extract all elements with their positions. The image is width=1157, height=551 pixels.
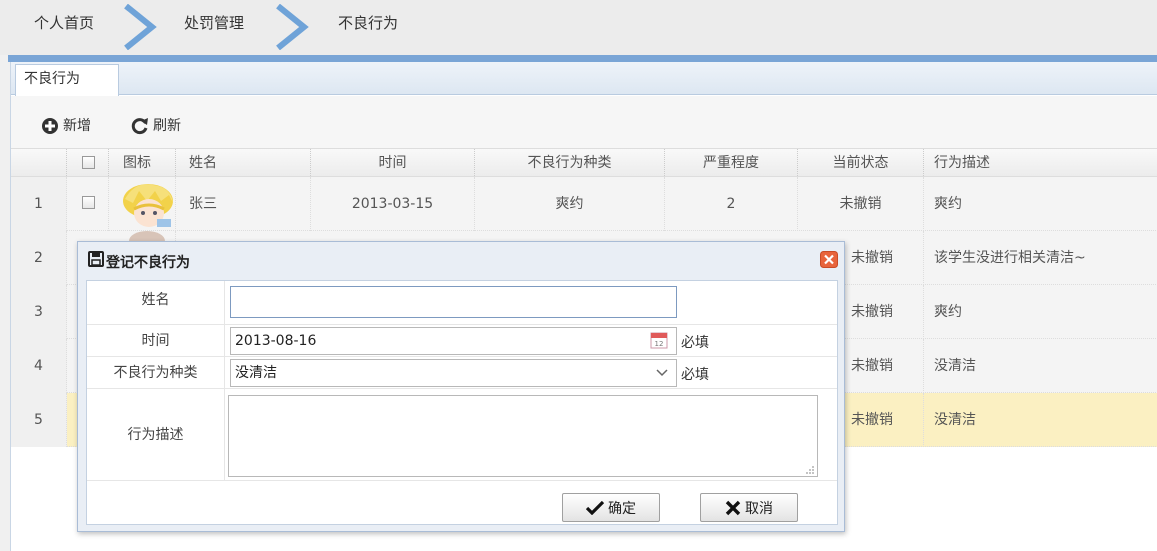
- add-icon: [42, 118, 58, 134]
- cell-desc: 爽约: [934, 196, 962, 212]
- add-button-label: 新增: [63, 118, 91, 134]
- cell-status: 未撤销: [798, 177, 924, 231]
- time-required-text: 必填: [681, 335, 709, 351]
- form-row-name: 姓名: [87, 281, 837, 325]
- breadcrumb-item-bad-behavior[interactable]: 不良行为: [338, 12, 398, 33]
- header-rownum: [11, 149, 67, 178]
- tab-strip: 不良行为: [11, 62, 1157, 96]
- cell-name: 张三: [176, 177, 311, 231]
- breadcrumb-item-home[interactable]: 个人首页: [34, 12, 94, 33]
- check-icon: [586, 500, 604, 515]
- add-button[interactable]: 新增: [41, 114, 91, 138]
- tab-bad-behavior[interactable]: 不良行为: [15, 64, 119, 96]
- cell-desc: 该学生没进行相关清洁~: [934, 250, 1086, 266]
- save-icon: [88, 251, 104, 267]
- header-type[interactable]: 不良行为种类: [475, 149, 665, 178]
- select-all-checkbox[interactable]: [82, 156, 95, 169]
- time-label: 时间: [87, 325, 225, 357]
- cell-desc: 爽约: [934, 304, 962, 320]
- toolbar: 新增 刷新: [11, 96, 1157, 148]
- table-row[interactable]: 1 张三 2013-03-15 爽约 2 未撤销 爽约: [11, 177, 1157, 231]
- header-desc[interactable]: 行为描述: [924, 149, 1157, 178]
- dialog-title: 登记不良行为: [106, 255, 190, 271]
- cancel-button-label: 取消: [745, 500, 773, 517]
- grid-header: 图标 姓名 时间 不良行为种类 严重程度 当前状态 行为描述: [11, 148, 1157, 178]
- desc-label: 行为描述: [87, 389, 225, 481]
- chevron-right-icon: [276, 4, 309, 50]
- row-number: 4: [11, 339, 67, 393]
- header-time[interactable]: 时间: [311, 149, 475, 178]
- name-label: 姓名: [87, 281, 225, 325]
- cell-time: 2013-03-15: [311, 177, 475, 231]
- type-label: 不良行为种类: [87, 357, 225, 389]
- row-checkbox-cell: [67, 177, 109, 231]
- cancel-icon: [725, 500, 741, 515]
- chevron-right-icon: [124, 4, 157, 50]
- cell-desc: 没清洁: [934, 412, 976, 428]
- cell-desc: 没清洁: [934, 358, 976, 374]
- header-status[interactable]: 当前状态: [798, 149, 924, 178]
- header-severity[interactable]: 严重程度: [665, 149, 798, 178]
- avatar: [123, 184, 173, 227]
- form-row-desc: 行为描述: [87, 389, 837, 481]
- refresh-icon: [131, 118, 148, 135]
- dialog-titlebar[interactable]: 登记不良行为: [78, 242, 844, 280]
- row-number: 3: [11, 285, 67, 339]
- header-icon[interactable]: 图标: [109, 149, 176, 178]
- desc-textarea[interactable]: [228, 395, 818, 477]
- row-number: 1: [11, 177, 67, 231]
- row-icon-cell: [109, 177, 176, 231]
- header-checkbox-cell: [67, 149, 109, 178]
- cell-severity: 2: [665, 177, 798, 231]
- type-required-text: 必填: [681, 367, 709, 383]
- cancel-button[interactable]: 取消: [700, 493, 798, 522]
- type-select-value: 没清洁: [235, 365, 277, 381]
- form-row-type: 不良行为种类 没清洁 必填: [87, 357, 837, 389]
- svg-text:12: 12: [655, 340, 664, 348]
- name-input[interactable]: [230, 286, 677, 318]
- time-input[interactable]: [230, 327, 677, 355]
- chevron-down-icon: [656, 369, 668, 377]
- refresh-button-label: 刷新: [153, 118, 181, 134]
- row-number: 5: [11, 393, 67, 447]
- form-row-time: 时间 12 必填: [87, 325, 837, 357]
- register-dialog: 登记不良行为 姓名 时间 12 必填 不良行为种类 没清洁: [77, 241, 845, 532]
- row-number: 2: [11, 231, 67, 285]
- breadcrumb-item-punishment[interactable]: 处罚管理: [184, 12, 244, 33]
- breadcrumb: 个人首页 处罚管理 不良行为: [0, 0, 1157, 55]
- resize-grip-icon[interactable]: [805, 465, 815, 475]
- close-icon[interactable]: [820, 251, 838, 268]
- refresh-button[interactable]: 刷新: [131, 114, 181, 138]
- confirm-button[interactable]: 确定: [562, 493, 660, 522]
- type-select[interactable]: 没清洁: [230, 359, 677, 387]
- dialog-body: 姓名 时间 12 必填 不良行为种类 没清洁 必填: [86, 280, 838, 525]
- row-checkbox[interactable]: [82, 196, 95, 209]
- cell-type: 爽约: [475, 177, 665, 231]
- header-name[interactable]: 姓名: [176, 149, 311, 178]
- calendar-icon[interactable]: 12: [650, 331, 668, 349]
- confirm-button-label: 确定: [608, 500, 636, 517]
- header-divider: [8, 55, 1157, 62]
